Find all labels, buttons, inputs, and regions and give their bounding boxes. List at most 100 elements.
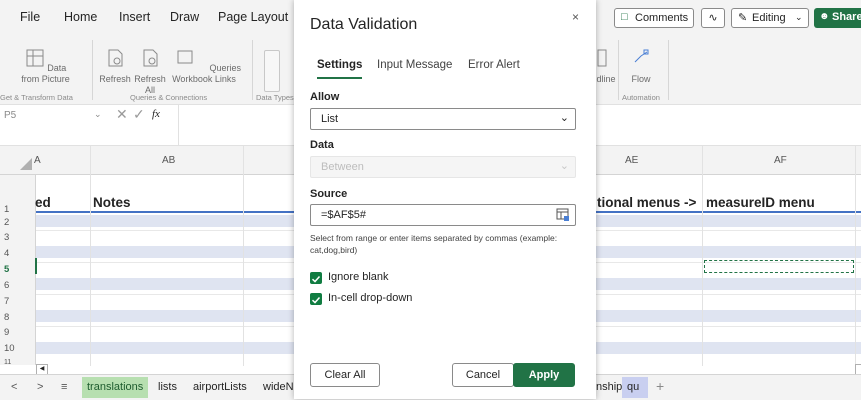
header-cell-af[interactable]: measureID menu xyxy=(706,195,815,210)
refresh-label: Refresh xyxy=(99,74,131,84)
row-header[interactable]: 4 xyxy=(4,248,9,259)
group-label-get-transform: Get & Transform Data xyxy=(0,93,73,102)
refresh-all-button[interactable]: Refresh All xyxy=(134,48,166,96)
allow-label: Allow xyxy=(310,91,340,103)
refresh-button[interactable]: Refresh xyxy=(98,48,132,85)
range-selector-icon[interactable] xyxy=(556,208,570,222)
source-input[interactable]: =$AF$5# xyxy=(310,204,576,226)
outline-button[interactable]: dline xyxy=(594,48,618,85)
group-label-queries: Queries & Connections xyxy=(130,93,208,102)
ignore-blank-label: Ignore blank xyxy=(328,271,389,283)
tab-page-layout[interactable]: Page Layout xyxy=(218,10,288,24)
source-value: =$AF$5# xyxy=(321,209,366,221)
refresh-icon xyxy=(108,49,123,67)
queries-icon xyxy=(177,50,193,64)
header-cell-a[interactable]: ed xyxy=(35,195,51,210)
outline-icon xyxy=(597,49,607,67)
data-from-picture-button[interactable]: Data from Picture xyxy=(18,48,73,85)
picture-table-icon xyxy=(26,49,44,67)
sheet-tab[interactable]: qu xyxy=(622,377,648,398)
ignore-blank-checkbox[interactable] xyxy=(310,272,322,284)
column-line xyxy=(243,146,244,366)
tab-settings[interactable]: Settings xyxy=(317,59,362,71)
row-header[interactable]: 9 xyxy=(4,327,9,338)
ribbon-divider xyxy=(252,40,253,100)
cancel-button[interactable]: Cancel xyxy=(452,363,514,387)
chevron-down-icon[interactable]: ⌄ xyxy=(94,109,102,120)
apply-button[interactable]: Apply xyxy=(513,363,575,387)
tab-draw[interactable]: Draw xyxy=(170,10,199,24)
sheet-tab-active[interactable]: translations xyxy=(82,377,148,398)
row-header[interactable]: 10 xyxy=(4,343,15,354)
check-icon xyxy=(311,296,321,304)
row-header[interactable]: 7 xyxy=(4,296,9,307)
row-header[interactable]: 1 xyxy=(4,204,9,215)
group-label-data-types: Data Types xyxy=(256,93,294,102)
refresh-all-label: Refresh All xyxy=(134,74,166,95)
chevron-left-icon[interactable]: < xyxy=(11,381,17,393)
active-cell-marker xyxy=(35,258,37,274)
tab-input-message[interactable]: Input Message xyxy=(377,59,452,71)
sheet-tab-label: translations xyxy=(87,381,144,393)
editing-mode-button[interactable]: ✎ Editing ⌄ xyxy=(731,8,809,28)
share-label: Share xyxy=(832,11,861,23)
header-cell-ae[interactable]: tional menus -> xyxy=(597,195,696,210)
catch-up-icon[interactable]: ∿ xyxy=(701,8,725,28)
flow-button[interactable]: Flow xyxy=(626,48,656,85)
row-header[interactable]: 3 xyxy=(4,232,9,243)
outline-label: dline xyxy=(596,74,616,84)
flow-icon xyxy=(634,49,649,63)
select-all-icon[interactable] xyxy=(20,158,32,170)
column-header-a[interactable]: A xyxy=(34,155,41,166)
column-header-af[interactable]: AF xyxy=(774,155,787,166)
clear-all-button[interactable]: Clear All xyxy=(310,363,380,387)
in-cell-dropdown-label: In-cell drop-down xyxy=(328,292,413,304)
sheet-list-icon[interactable]: ≡ xyxy=(61,381,67,393)
queries-workbook-links-button[interactable]: Queries Workbook Links xyxy=(166,48,242,85)
data-value: Between xyxy=(321,161,364,173)
comments-button[interactable]: □ Comments xyxy=(614,8,694,28)
tab-home[interactable]: Home xyxy=(64,10,97,24)
chevron-down-icon: ⌄ xyxy=(559,160,569,172)
refresh-all-icon xyxy=(143,49,158,67)
comments-label: Comments xyxy=(635,12,689,24)
comment-icon: □ xyxy=(621,11,628,23)
editing-label: Editing xyxy=(752,12,786,24)
chevron-down-icon: ⌄ xyxy=(559,112,569,124)
row-header[interactable]: 8 xyxy=(4,312,9,323)
tab-error-alert[interactable]: Error Alert xyxy=(468,59,520,71)
data-types-gallery[interactable] xyxy=(264,50,280,92)
copy-selection-marquee[interactable] xyxy=(704,260,854,273)
chevron-right-icon[interactable]: > xyxy=(37,381,43,393)
enter-icon[interactable]: ✓ xyxy=(133,106,145,123)
row-header[interactable]: 11 xyxy=(4,359,11,366)
data-select-disabled: Between ⌄ xyxy=(310,156,576,178)
sheet-tab[interactable]: airportLists xyxy=(193,381,247,393)
sheet-tab[interactable]: lists xyxy=(158,381,177,393)
allow-select[interactable]: List ⌄ xyxy=(310,108,576,130)
tab-insert[interactable]: Insert xyxy=(119,10,150,24)
function-icon[interactable]: fx xyxy=(152,108,160,120)
tab-file[interactable]: File xyxy=(20,10,40,24)
data-validation-dialog: Data Validation × Settings Input Message… xyxy=(294,0,596,399)
close-icon[interactable]: × xyxy=(572,10,579,24)
in-cell-dropdown-checkbox[interactable] xyxy=(310,293,322,305)
data-label: Data xyxy=(310,139,334,151)
add-sheet-button[interactable]: + xyxy=(656,378,664,394)
source-hint: Select from range or enter items separat… xyxy=(310,233,558,255)
name-box[interactable]: P5 xyxy=(4,110,16,121)
flow-label: Flow xyxy=(631,74,651,84)
row-header-bar: 1 2 3 4 5 6 7 8 9 10 11 xyxy=(0,175,36,366)
header-cell-notes[interactable]: Notes xyxy=(93,195,131,210)
ribbon-divider xyxy=(618,40,619,100)
cancel-icon[interactable]: ✕ xyxy=(116,106,128,123)
row-header-selected[interactable]: 5 xyxy=(4,264,9,275)
column-header-ae[interactable]: AE xyxy=(625,155,638,166)
share-button[interactable]: ☻ Share xyxy=(814,8,861,28)
ribbon-divider xyxy=(668,40,669,100)
row-header[interactable]: 6 xyxy=(4,280,9,291)
column-header-ab[interactable]: AB xyxy=(162,155,175,166)
column-line xyxy=(90,146,91,366)
row-header[interactable]: 2 xyxy=(4,217,9,228)
source-label: Source xyxy=(310,188,348,200)
